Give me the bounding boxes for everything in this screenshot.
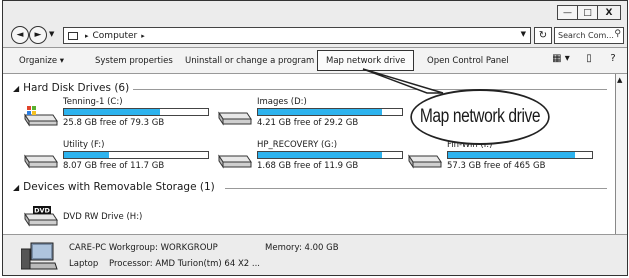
drive-usage-fill <box>258 152 382 158</box>
preview-pane-icon[interactable]: ▯ <box>581 53 597 67</box>
drive-name: Images (D:) <box>257 97 307 107</box>
back-button[interactable]: ◄ <box>11 26 29 44</box>
map-network-drive-button[interactable]: Map network drive <box>317 50 415 71</box>
group-header-removable[interactable]: ◢ Devices with Removable Storage (1) <box>13 181 215 193</box>
drive-item[interactable]: Fin-Win (I:) 57.3 GB free of 465 GB <box>407 140 607 176</box>
drive-item[interactable]: Utility (F:) 8.07 GB free of 11.7 GB <box>23 140 223 176</box>
drive-usage-fill <box>64 152 109 158</box>
callout-bubble: Map network drive <box>410 89 550 145</box>
open-control-panel-button[interactable]: Open Control Panel <box>427 56 509 66</box>
command-bar: Organize ▾ System properties Uninstall o… <box>3 47 627 74</box>
drive-free-space: 4.21 GB free of 29.2 GB <box>257 118 359 128</box>
group-divider <box>225 188 607 189</box>
scroll-up-icon[interactable]: ▲ <box>617 76 622 84</box>
vertical-scrollbar[interactable]: ▲ <box>615 74 627 234</box>
group-header-hard-disks[interactable]: ◢ Hard Disk Drives (6) <box>13 82 129 94</box>
collapse-triangle-icon[interactable]: ◢ <box>13 183 19 192</box>
drive-usage-bar <box>63 108 209 116</box>
close-button[interactable]: X <box>597 5 621 20</box>
minimize-button[interactable]: — <box>557 5 578 20</box>
computer-icon <box>21 242 58 270</box>
breadcrumb-separator[interactable]: ▸ <box>141 32 145 40</box>
drive-name: Utility (F:) <box>63 140 105 150</box>
collapse-triangle-icon[interactable]: ◢ <box>13 84 19 93</box>
drive-free-space: 1.68 GB free of 11.9 GB <box>257 161 359 171</box>
hard-drive-icon <box>218 154 252 169</box>
group-title: Hard Disk Drives (6) <box>23 82 130 94</box>
maximize-button[interactable]: □ <box>577 5 598 20</box>
drive-usage-bar <box>447 151 593 159</box>
hard-drive-icon <box>218 111 252 126</box>
group-divider <box>133 89 607 90</box>
window-controls: — □ X <box>557 5 621 20</box>
processor-info: Processor: AMD Turion(tm) 64 X2 ... <box>109 259 260 269</box>
drive-name: Tenning-1 (C:) <box>63 97 123 107</box>
drive-usage-bar <box>257 151 403 159</box>
address-dropdown-icon[interactable]: ▼ <box>521 30 526 38</box>
title-bar: — □ X <box>3 1 627 25</box>
computer-name-workgroup: CARE-PC Workgroup: WORKGROUP <box>69 243 218 253</box>
drive-name: DVD RW Drive (H:) <box>63 212 143 222</box>
organize-button[interactable]: Organize ▾ <box>19 56 64 66</box>
system-properties-button[interactable]: System properties <box>95 56 173 66</box>
recent-pages-dropdown-icon[interactable]: ▼ <box>49 30 54 38</box>
drive-free-space: 8.07 GB free of 11.7 GB <box>63 161 165 171</box>
drive-free-space: 25.8 GB free of 79.3 GB <box>63 118 165 128</box>
drive-name: HP_RECOVERY (G:) <box>257 140 338 150</box>
dvd-drive-icon: DVD <box>24 206 58 227</box>
drive-usage-fill <box>258 109 382 115</box>
search-placeholder: Search Com... <box>558 31 614 40</box>
details-pane: CARE-PC Workgroup: WORKGROUP Memory: 4.0… <box>3 234 627 275</box>
memory-info: Memory: 4.00 GB <box>265 243 339 253</box>
drive-usage-fill <box>448 152 575 158</box>
drive-usage-fill <box>64 109 161 115</box>
group-title: Devices with Removable Storage (1) <box>23 181 215 193</box>
breadcrumb-separator[interactable]: ▸ <box>85 32 89 40</box>
drive-usage-bar <box>257 108 403 116</box>
hard-drive-icon <box>408 154 442 169</box>
search-input[interactable]: Search Com... ⚲ <box>554 27 624 44</box>
drive-free-space: 57.3 GB free of 465 GB <box>447 161 546 171</box>
toolbar-icons: ▦ ▾ ▯ ? <box>541 53 621 67</box>
breadcrumb-computer[interactable]: Computer <box>93 31 138 41</box>
dvd-drive-item[interactable]: DVD DVD RW Drive (H:) <box>23 204 223 230</box>
computer-icon <box>68 31 78 40</box>
drive-usage-bar <box>63 151 209 159</box>
drive-item[interactable]: Tenning-1 (C:) 25.8 GB free of 79.3 GB <box>23 97 223 133</box>
windows-drive-icon <box>24 106 58 127</box>
hard-drive-icon <box>24 154 58 169</box>
help-icon[interactable]: ? <box>605 53 621 67</box>
address-bar[interactable]: ▸ Computer ▸ ▼ <box>63 27 531 44</box>
drive-item[interactable]: Images (D:) 4.21 GB free of 29.2 GB <box>217 97 417 133</box>
forward-button[interactable]: ► <box>29 26 47 44</box>
change-view-icon[interactable]: ▦ ▾ <box>549 53 573 67</box>
drive-item[interactable]: HP_RECOVERY (G:) 1.68 GB free of 11.9 GB <box>217 140 417 176</box>
search-icon[interactable]: ⚲ <box>614 29 621 39</box>
explorer-window: — □ X ◄ ► ▼ ▸ Computer ▸ ▼ ↻ Search Com.… <box>2 0 628 276</box>
uninstall-program-button[interactable]: Uninstall or change a program <box>185 56 314 66</box>
refresh-button[interactable]: ↻ <box>534 27 552 44</box>
computer-type: Laptop <box>69 259 99 269</box>
dvd-label: DVD <box>34 207 50 215</box>
address-row: ◄ ► ▼ ▸ Computer ▸ ▼ ↻ Search Com... ⚲ <box>3 25 627 47</box>
